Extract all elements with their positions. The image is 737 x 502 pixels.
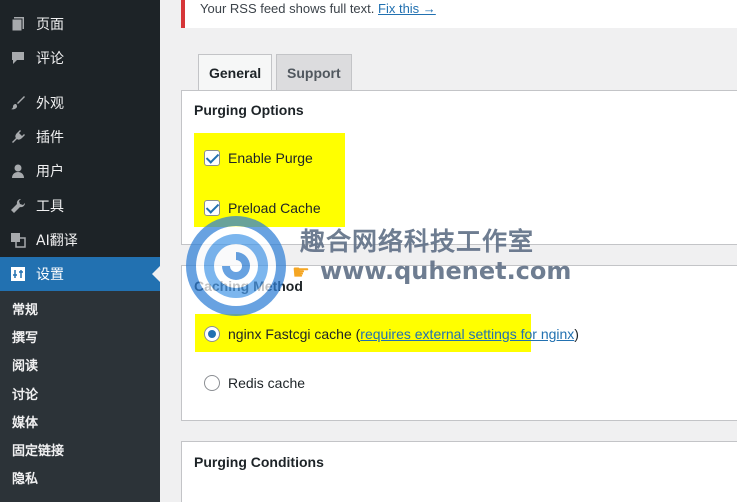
submenu-item-discussion[interactable]: 讨论 — [12, 386, 38, 406]
redis-option[interactable]: Redis cache — [204, 375, 305, 391]
watermark-logo-icon — [186, 216, 286, 316]
sidebar-item-label: 页面 — [36, 17, 64, 33]
redis-label: Redis cache — [228, 375, 306, 391]
panel-title: Purging Options — [194, 102, 304, 118]
redis-radio[interactable] — [204, 375, 220, 391]
settings-icon — [0, 266, 36, 282]
sidebar-item-pages[interactable]: 页面 — [0, 7, 160, 41]
notice-text: Your RSS feed shows full text. Fix this … — [200, 1, 436, 16]
brush-icon — [0, 95, 36, 111]
submenu-item-privacy[interactable]: 隐私 — [12, 470, 38, 490]
sidebar-item-label: 用户 — [36, 164, 64, 180]
admin-sidebar: 页面 评论 外观 插件 用户 工具 AI翻译 设置 常规 撰写 阅读 讨论 媒体… — [0, 0, 160, 502]
sidebar-item-label: 设置 — [36, 267, 64, 283]
fix-this-link[interactable]: Fix this → — [378, 1, 436, 16]
sidebar-item-label: 外观 — [36, 96, 64, 112]
sidebar-item-label: 插件 — [36, 130, 64, 146]
sidebar-item-label: AI翻译 — [36, 233, 78, 249]
sidebar-item-tools[interactable]: 工具 — [0, 189, 160, 223]
wrench-icon — [0, 198, 36, 214]
preload-cache-checkbox[interactable] — [204, 200, 220, 216]
sidebar-item-label: 工具 — [36, 199, 64, 215]
page-icon — [0, 16, 36, 32]
submenu-item-general[interactable]: 常规 — [12, 301, 38, 321]
sidebar-item-settings[interactable]: 设置 — [0, 257, 160, 291]
sidebar-item-users[interactable]: 用户 — [0, 154, 160, 188]
translate-icon — [0, 232, 36, 248]
submenu-item-reading[interactable]: 阅读 — [12, 357, 38, 377]
comment-icon — [0, 50, 36, 66]
sidebar-item-plugins[interactable]: 插件 — [0, 120, 160, 154]
nginx-settings-link[interactable]: requires external settings for nginx — [360, 326, 574, 342]
rss-notice: Your RSS feed shows full text. Fix this … — [181, 0, 737, 28]
sidebar-item-comments[interactable]: 评论 — [0, 41, 160, 75]
sidebar-item-appearance[interactable]: 外观 — [0, 86, 160, 120]
panel-title: Purging Conditions — [194, 454, 324, 470]
enable-purge-label: Enable Purge — [228, 150, 313, 166]
tab-general[interactable]: General — [198, 54, 273, 91]
tab-support[interactable]: Support — [276, 54, 352, 90]
submenu-item-media[interactable]: 媒体 — [12, 414, 38, 434]
submenu-item-permalinks[interactable]: 固定链接 — [12, 442, 64, 462]
settings-submenu: 常规 撰写 阅读 讨论 媒体 固定链接 隐私 — [0, 291, 160, 502]
sidebar-item-label: 评论 — [36, 51, 64, 67]
pointing-hand-icon: ☛ — [292, 262, 310, 284]
preload-cache-option[interactable]: Preload Cache — [204, 200, 321, 216]
watermark-title: 趣合网络科技工作室 — [300, 227, 535, 256]
plugin-icon — [0, 129, 36, 145]
nginx-label-close: ) — [574, 326, 579, 342]
nginx-label: nginx Fastcgi cache ( — [228, 326, 361, 342]
watermark-url: www.quhenet.com — [320, 257, 572, 285]
enable-purge-checkbox[interactable] — [204, 150, 220, 166]
nginx-radio[interactable] — [204, 326, 220, 342]
purging-conditions-panel: Purging Conditions — [181, 441, 737, 502]
enable-purge-option[interactable]: Enable Purge — [204, 150, 313, 166]
sidebar-item-ai-translate[interactable]: AI翻译 — [0, 223, 160, 257]
notice-message: Your RSS feed shows full text. — [200, 1, 375, 16]
user-icon — [0, 163, 36, 179]
nginx-option[interactable]: nginx Fastcgi cache (requires external s… — [204, 326, 579, 342]
submenu-item-writing[interactable]: 撰写 — [12, 329, 38, 349]
